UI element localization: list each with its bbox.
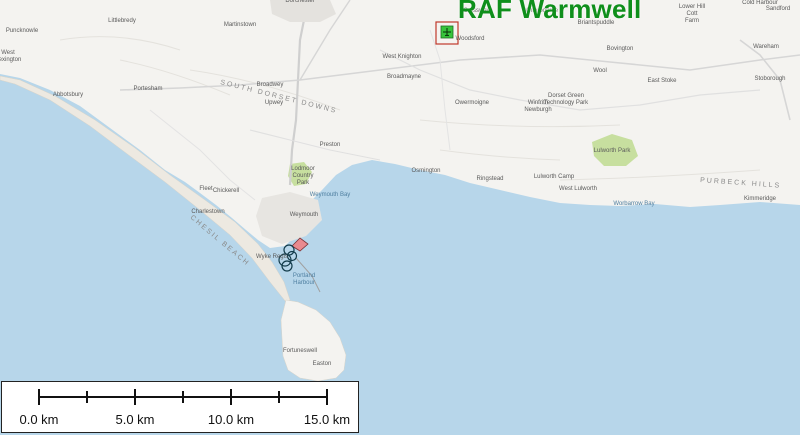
place-label-cold-harbour: Cold Harbour	[742, 0, 778, 6]
place-label-kingston: Kimmeridge	[744, 196, 777, 202]
scale-label-10: 10.0 km	[207, 412, 255, 427]
place-label-osmington: Osmington	[411, 168, 440, 174]
place-label-west-lulworth: West Lulworth	[559, 186, 597, 192]
place-label-wyke-regis: Wyke Regis	[256, 254, 288, 260]
place-label-sandford: Sandford	[766, 6, 790, 12]
place-label-wool: Wool	[593, 68, 607, 74]
place-label-easton: Easton	[313, 361, 332, 367]
place-label-woodsford: Woodsford	[456, 36, 485, 42]
place-label-fleet: Fleet	[199, 186, 213, 192]
place-label-broadwey: Broadwey	[257, 82, 284, 88]
place-label-fortuneswell: Fortuneswell	[283, 348, 317, 354]
place-label-charlestown: Charlestown	[191, 209, 224, 215]
place-label-owermoigne: Owermoigne	[455, 100, 490, 106]
place-label-martinstown: Martinstown	[224, 22, 256, 28]
place-label-abbotsbury: Abbotsbury	[53, 92, 83, 98]
place-label-puncknowle: Puncknowle	[6, 28, 39, 34]
place-label-weymouth-bay: Weymouth Bay	[310, 192, 351, 198]
place-label-lulworth-camp: Lulworth Camp	[534, 174, 575, 180]
scale-bar: 0.0 km 5.0 km 10.0 km 15.0 km	[1, 381, 359, 433]
place-label-wareham: Wareham	[753, 44, 779, 50]
place-label-littlebredy: Littlebredy	[108, 18, 136, 24]
place-label-portland-harbour: Portland Harbour	[293, 273, 315, 286]
place-label-winfrith-tech: Dorset Green Technology Park	[544, 93, 589, 106]
place-label-bovington: Bovington	[607, 46, 634, 52]
place-label-stoborough: Stoborough	[754, 76, 785, 82]
place-label-preston: Preston	[320, 142, 341, 148]
place-label-portesham: Portesham	[133, 86, 162, 92]
place-label-lulworth-park: Lulworth Park	[594, 148, 632, 154]
map-canvas[interactable]: LittlebredyMartinstownPuncknowleWestBexi…	[0, 0, 800, 435]
scale-label-0: 0.0 km	[19, 412, 59, 427]
place-label-worbarrow: Worbarrow Bay	[613, 201, 654, 207]
scale-label-5: 5.0 km	[115, 412, 155, 427]
place-label-ringstead: Ringstead	[476, 176, 503, 182]
place-label-dorchester: Dorchester	[285, 0, 314, 4]
scale-label-15: 15.0 km	[303, 412, 351, 427]
place-label-broadmayne: Broadmayne	[387, 74, 422, 80]
place-label-west-knighton: West Knighton	[383, 54, 422, 60]
place-label-weymouth: Weymouth	[290, 212, 319, 218]
map-title: RAF Warmwell	[458, 0, 642, 24]
place-label-east-stoke: East Stoke	[647, 78, 677, 84]
place-label-chickerell: Chickerell	[213, 188, 239, 194]
